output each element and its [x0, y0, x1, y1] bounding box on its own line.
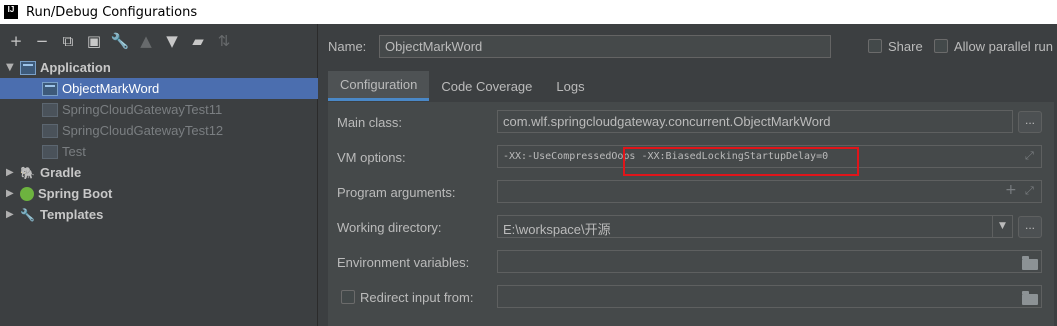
- tree-group-label: Templates: [40, 207, 104, 222]
- window-titlebar: IJ Run/Debug Configurations: [0, 0, 1057, 24]
- move-up-icon[interactable]: ▲: [136, 31, 156, 51]
- tree-group-label: Gradle: [40, 165, 82, 180]
- tree-item-label: ObjectMarkWord: [62, 81, 160, 96]
- window-title: Run/Debug Configurations: [26, 4, 198, 20]
- spring-boot-icon: [20, 186, 34, 201]
- collapsed-arrow-icon[interactable]: ▶: [6, 188, 20, 199]
- redirect-input-label[interactable]: Redirect input from:: [360, 290, 473, 305]
- tree-group-spring-boot[interactable]: ▶ Spring Boot: [0, 183, 318, 204]
- configurations-panel: + − ⧉ ▣ 🔧 ▲ ▼ ▰ ⇅ ▼ Application ObjectMa…: [0, 24, 318, 326]
- application-icon: [20, 60, 36, 75]
- wrench-icon: 🔧: [20, 207, 35, 222]
- share-label[interactable]: Share: [888, 39, 923, 54]
- tree-group-label: Application: [40, 60, 111, 75]
- tree-item-springcloudgatewaytest11[interactable]: SpringCloudGatewayTest11: [0, 99, 318, 120]
- program-arguments-label: Program arguments:: [337, 185, 456, 200]
- tab-code-coverage[interactable]: Code Coverage: [429, 71, 544, 101]
- gradle-icon: 🐘: [20, 165, 35, 180]
- tree-item-label: SpringCloudGatewayTest11: [62, 102, 223, 117]
- expand-icon[interactable]: ⤢: [1025, 149, 1034, 163]
- name-label: Name:: [328, 39, 367, 54]
- insert-macro-icon[interactable]: +: [1005, 182, 1017, 198]
- share-checkbox[interactable]: [868, 39, 882, 53]
- redirect-input-checkbox[interactable]: [341, 290, 355, 304]
- application-icon: [42, 123, 58, 138]
- allow-parallel-run-label[interactable]: Allow parallel run: [954, 39, 1053, 54]
- collapsed-arrow-icon[interactable]: ▶: [6, 209, 20, 220]
- wrench-icon[interactable]: 🔧: [110, 31, 130, 51]
- main-class-browse-button[interactable]: ...: [1018, 111, 1042, 133]
- tab-configuration[interactable]: Configuration: [328, 71, 430, 101]
- tree-item-objectmarkword[interactable]: ObjectMarkWord: [0, 78, 318, 99]
- intellij-logo-icon: IJ: [4, 5, 18, 19]
- application-icon: [42, 81, 58, 96]
- vm-options-label: VM options:: [337, 150, 406, 165]
- tab-logs[interactable]: Logs: [544, 71, 596, 101]
- folder-icon[interactable]: [1022, 256, 1038, 270]
- chevron-down-icon[interactable]: ▼: [992, 216, 1012, 237]
- new-folder-icon[interactable]: ▰: [188, 31, 208, 51]
- allow-parallel-run-checkbox[interactable]: [934, 39, 948, 53]
- tree-group-application[interactable]: ▼ Application: [0, 57, 318, 78]
- environment-variables-input[interactable]: [497, 250, 1042, 273]
- save-icon[interactable]: ▣: [84, 31, 104, 51]
- working-directory-input[interactable]: E:\workspace\开源: [497, 215, 1013, 238]
- configuration-form: Main class: com.wlf.springcloudgateway.c…: [328, 102, 1054, 326]
- working-directory-label: Working directory:: [337, 220, 442, 235]
- expand-icon[interactable]: ⤢: [1025, 184, 1034, 198]
- redirect-input-field[interactable]: [497, 285, 1042, 308]
- tree-item-label: Test: [62, 144, 86, 159]
- main-class-input[interactable]: com.wlf.springcloudgateway.concurrent.Ob…: [497, 110, 1013, 133]
- collapsed-arrow-icon[interactable]: ▶: [6, 167, 20, 178]
- environment-variables-label: Environment variables:: [337, 255, 470, 270]
- config-tabs: Configuration Code Coverage Logs: [328, 71, 597, 101]
- add-icon[interactable]: +: [6, 31, 26, 51]
- sort-icon[interactable]: ⇅: [214, 31, 234, 51]
- tree-group-templates[interactable]: ▶ 🔧 Templates: [0, 204, 318, 225]
- tree-item-test[interactable]: Test: [0, 141, 318, 162]
- tree-item-label: SpringCloudGatewayTest12: [62, 123, 224, 138]
- configurations-toolbar: + − ⧉ ▣ 🔧 ▲ ▼ ▰ ⇅: [0, 24, 317, 58]
- folder-icon[interactable]: [1022, 291, 1038, 305]
- configuration-details-panel: Name: ObjectMarkWord Share Allow paralle…: [319, 24, 1057, 326]
- remove-icon[interactable]: −: [32, 31, 52, 51]
- tree-group-label: Spring Boot: [38, 186, 113, 201]
- tree-group-gradle[interactable]: ▶ 🐘 Gradle: [0, 162, 318, 183]
- vm-options-input[interactable]: -XX:-UseCompressedOops -XX:BiasedLocking…: [497, 145, 1042, 168]
- expanded-arrow-icon[interactable]: ▼: [6, 62, 20, 73]
- application-icon: [42, 102, 58, 117]
- name-input[interactable]: ObjectMarkWord: [379, 35, 831, 58]
- main-class-label: Main class:: [337, 115, 403, 130]
- copy-icon[interactable]: ⧉: [58, 31, 78, 51]
- application-icon: [42, 144, 58, 159]
- configurations-tree: ▼ Application ObjectMarkWord SpringCloud…: [0, 57, 318, 225]
- tree-item-springcloudgatewaytest12[interactable]: SpringCloudGatewayTest12: [0, 120, 318, 141]
- working-directory-browse-button[interactable]: ...: [1018, 216, 1042, 238]
- move-down-icon[interactable]: ▼: [162, 31, 182, 51]
- program-arguments-input[interactable]: [497, 180, 1042, 203]
